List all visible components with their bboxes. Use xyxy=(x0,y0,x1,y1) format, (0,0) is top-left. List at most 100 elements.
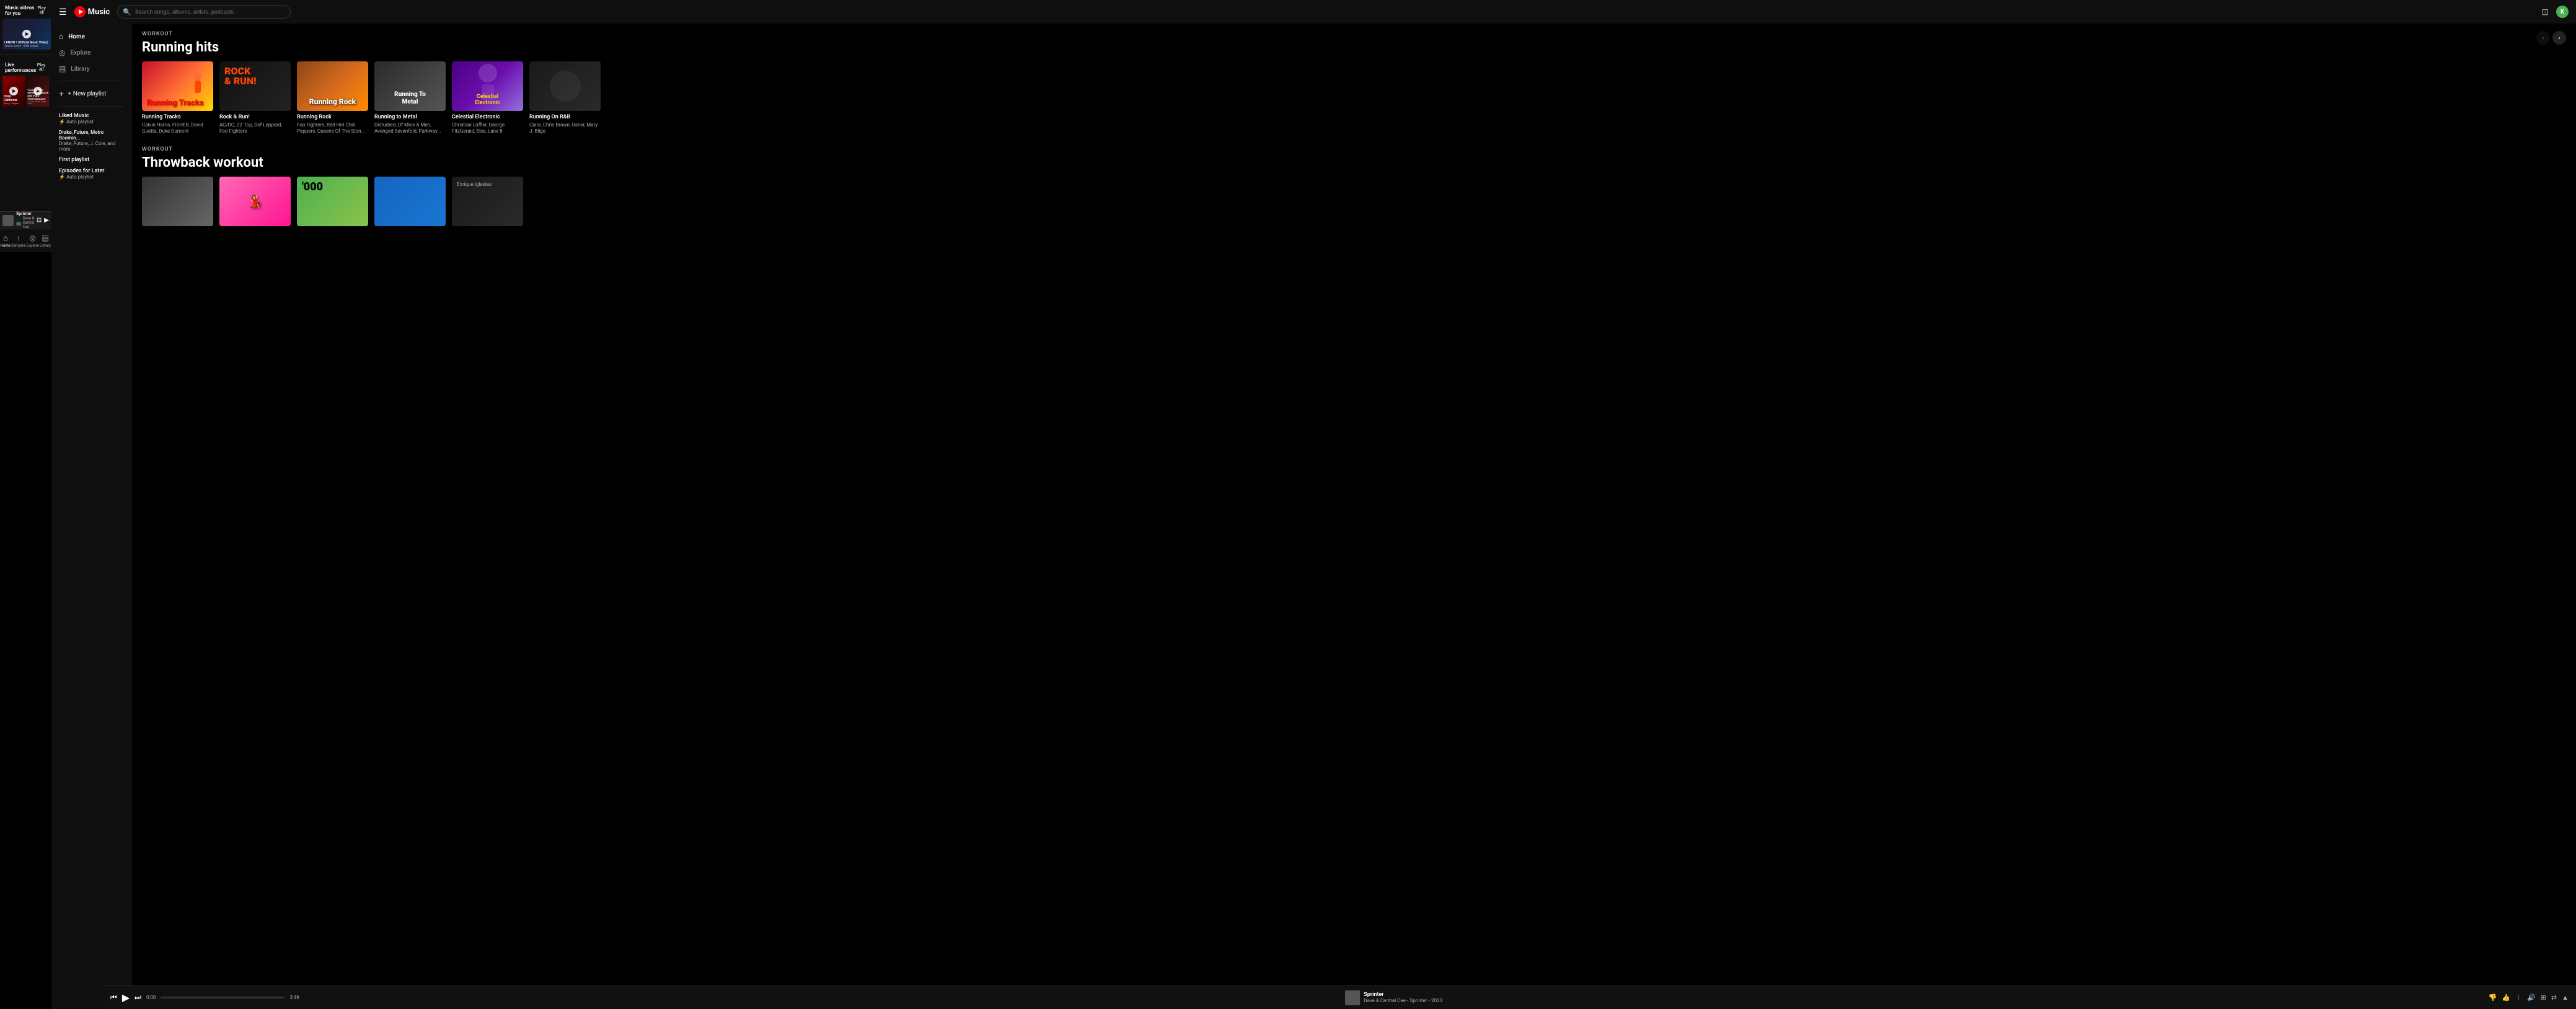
sidebar-playlist-first[interactable]: First playlist xyxy=(51,154,131,165)
mobile-play-all-1[interactable]: Play all xyxy=(37,6,46,15)
mobile-nav-samples[interactable]: ↑ Samples xyxy=(11,234,25,248)
running-hits-row: Running Tracks Calvin Harris, FISHER, Da… xyxy=(142,61,2566,138)
sidebar-playlist-liked[interactable]: Liked Music ⚡ Auto playlist xyxy=(51,110,131,127)
throwback-card-1[interactable] xyxy=(142,177,213,229)
next-track-btn[interactable]: ⏭ xyxy=(135,993,141,1002)
play-mini-btn[interactable]: ▶ xyxy=(44,217,49,224)
sidebar-playlist-drake[interactable]: Drake, Future, Metro Boomin... Drake, Fu… xyxy=(51,127,131,154)
mobile-nav-explore[interactable]: ◎ Explore xyxy=(27,234,39,248)
card-artists-1: AC/DC, ZZ Top, Def Leppard, Foo Fighters xyxy=(219,122,291,135)
next-arrow[interactable]: › xyxy=(2552,31,2566,45)
video3-info: "NOT LIKE US" KENDRICK LAMAR DRE (FULL P… xyxy=(28,89,50,105)
mobile-nav-library[interactable]: ▤ Library xyxy=(40,234,51,248)
throwback-text-2: 💃 xyxy=(247,194,263,209)
card-artists-5: Ciara, Chris Brown, Usher, Mary J. Blige xyxy=(529,122,601,135)
mobile-video-grid: Hotel California Song • Eagles "NOT LIKE… xyxy=(0,76,51,110)
card-title-5: Running On R&B xyxy=(529,114,601,121)
player-title: Sprinter xyxy=(1364,992,1442,998)
prev-track-btn[interactable]: ⏮ xyxy=(110,993,117,1002)
section-title-2: Throwback workout xyxy=(142,155,2566,170)
mobile-panel: Music videos for you Play all I KNOW ? (… xyxy=(0,0,51,252)
sidebar-item-explore[interactable]: ◎ Explore xyxy=(51,45,131,61)
expand-btn[interactable]: ▲ xyxy=(2562,994,2569,1002)
player-right-controls: 👎 👍 ⋮ 🔊 ⊞ ⇄ ▲ xyxy=(2489,994,2569,1002)
youtube-logo xyxy=(74,6,86,17)
playlist-episodes-sub: ⚡ Auto playlist xyxy=(59,174,124,180)
play-pause-btn[interactable]: ▶ xyxy=(122,992,130,1004)
card-title-0: Running Tracks xyxy=(142,114,213,121)
sidebar: ⌂ Home ◎ Explore ▤ Library + + New playl… xyxy=(51,24,132,1009)
content-area: ⌂ Home ◎ Explore ▤ Library + + New playl… xyxy=(51,24,2576,1009)
sidebar-item-home[interactable]: ⌂ Home xyxy=(51,29,131,45)
more-options-btn[interactable]: ⋮ xyxy=(2515,994,2522,1002)
card-rock-run[interactable]: Rock& Run! Rock & Run! AC/DC, ZZ Top, De… xyxy=(219,61,291,135)
cast-btn[interactable]: ⊡ xyxy=(2541,7,2549,17)
sidebar-item-library[interactable]: ▤ Library xyxy=(51,61,131,77)
card-celestial[interactable]: CelestialElectronic Celestial Electronic… xyxy=(452,61,523,135)
running-figure xyxy=(187,71,208,108)
card-artists-2: Foo Fighters, Red Hot Chili Peppers, Que… xyxy=(297,122,368,135)
logo: Music xyxy=(74,6,110,17)
throwback-card-5[interactable]: Enrique Iglesias xyxy=(452,177,523,229)
card-title-3: Running to Metal xyxy=(374,114,446,121)
mobile-play-all-2[interactable]: Play all xyxy=(36,63,46,72)
playlist-first-name: First playlist xyxy=(59,157,124,163)
progress-bar[interactable] xyxy=(161,997,285,998)
running-metal-text: Running ToMetal xyxy=(394,91,426,106)
throwback-card-3[interactable]: '000 xyxy=(297,177,368,229)
section-title-1: Running hits xyxy=(142,40,219,55)
cast-mini-btn[interactable]: ⊡ xyxy=(37,217,42,224)
player-thumb xyxy=(1345,990,1360,1005)
playlist-episodes-name: Episodes for Later xyxy=(59,168,124,174)
header: ☰ Music 🔍 ⊡ K xyxy=(51,0,2576,24)
video-thumb-3[interactable]: "NOT LIKE US" KENDRICK LAMAR DRE (FULL P… xyxy=(27,76,50,107)
throwback-row: 💃 '000 Enrique Iglesias xyxy=(142,177,2566,232)
library-nav-icon: ▤ xyxy=(59,64,66,73)
video-thumb-2[interactable]: Hotel California Song • Eagles xyxy=(2,76,25,107)
sidebar-home-label: Home xyxy=(68,33,85,40)
mobile-nav-home[interactable]: ⌂ Home xyxy=(1,234,11,248)
thumbs-down-btn[interactable]: 👎 xyxy=(2489,994,2497,1002)
throwback-thumb-1 xyxy=(142,177,213,226)
main-content: WORKOUT Running hits ‹ › Running Tra xyxy=(132,24,2576,1009)
search-bar[interactable]: 🔍 xyxy=(117,5,291,19)
app-title: Music xyxy=(88,7,110,17)
throwback-card-2[interactable]: 💃 xyxy=(219,177,291,229)
throwback-card-4[interactable] xyxy=(374,177,446,229)
card-thumb-running-tracks xyxy=(142,61,213,111)
shuffle-btn[interactable]: ⇄ xyxy=(2551,994,2557,1002)
thumbs-up-btn[interactable]: 👍 xyxy=(2502,994,2510,1002)
card-artists-0: Calvin Harris, FISHER, David Guetta, Duk… xyxy=(142,122,213,135)
player-controls: ⏮ ▶ ⏭ xyxy=(110,992,141,1004)
card-title-1: Rock & Run! xyxy=(219,114,291,121)
search-input[interactable] xyxy=(135,9,285,15)
prev-arrow[interactable]: ‹ xyxy=(2536,31,2550,45)
nav-library-label: Library xyxy=(40,244,51,248)
pip-btn[interactable]: ⊞ xyxy=(2541,994,2546,1002)
workout-section-2: WORKOUT Throwback workout 💃 '000 xyxy=(142,146,2566,232)
card-title-4: Celestial Electronic xyxy=(452,114,523,121)
sidebar-divider-2 xyxy=(59,106,124,107)
card-running-rock[interactable]: Running Rock Running Rock Foo Fighters, … xyxy=(297,61,368,135)
mini-thumb xyxy=(2,215,14,226)
new-playlist-btn[interactable]: + + New playlist xyxy=(51,85,131,102)
samples-icon: ↑ xyxy=(17,234,20,242)
bottom-player: ⏮ ▶ ⏭ 0:00 3:49 Sprinter Dave & Central … xyxy=(103,985,2576,1009)
player-time-total: 3:49 xyxy=(289,995,299,1000)
volume-btn[interactable]: 🔊 xyxy=(2527,994,2536,1002)
card-rnb[interactable]: Running On R&B Ciara, Chris Brown, Usher… xyxy=(529,61,601,135)
library-icon: ▤ xyxy=(42,234,48,242)
sidebar-playlist-episodes[interactable]: Episodes for Later ⚡ Auto playlist xyxy=(51,165,131,182)
card-running-metal[interactable]: Running ToMetal Running to Metal Disturb… xyxy=(374,61,446,135)
new-playlist-label: + New playlist xyxy=(68,90,106,97)
hamburger-btn[interactable]: ☰ xyxy=(59,7,67,17)
video2-info: Hotel California Song • Eagles xyxy=(4,95,25,105)
throwback-thumb-5: Enrique Iglesias xyxy=(452,177,523,226)
video-thumb-main[interactable]: I KNOW ? (Official Music Video) Travis S… xyxy=(2,19,51,50)
lightning-icon-2: ⚡ xyxy=(59,174,65,180)
user-avatar[interactable]: K xyxy=(2556,6,2569,18)
mini-title: Sprinter xyxy=(16,211,34,216)
main-area: ☰ Music 🔍 ⊡ K ⌂ Home ◎ Explore xyxy=(51,0,2576,1009)
celestial-text: CelestialElectronic xyxy=(475,94,500,106)
card-running-tracks[interactable]: Running Tracks Calvin Harris, FISHER, Da… xyxy=(142,61,213,135)
